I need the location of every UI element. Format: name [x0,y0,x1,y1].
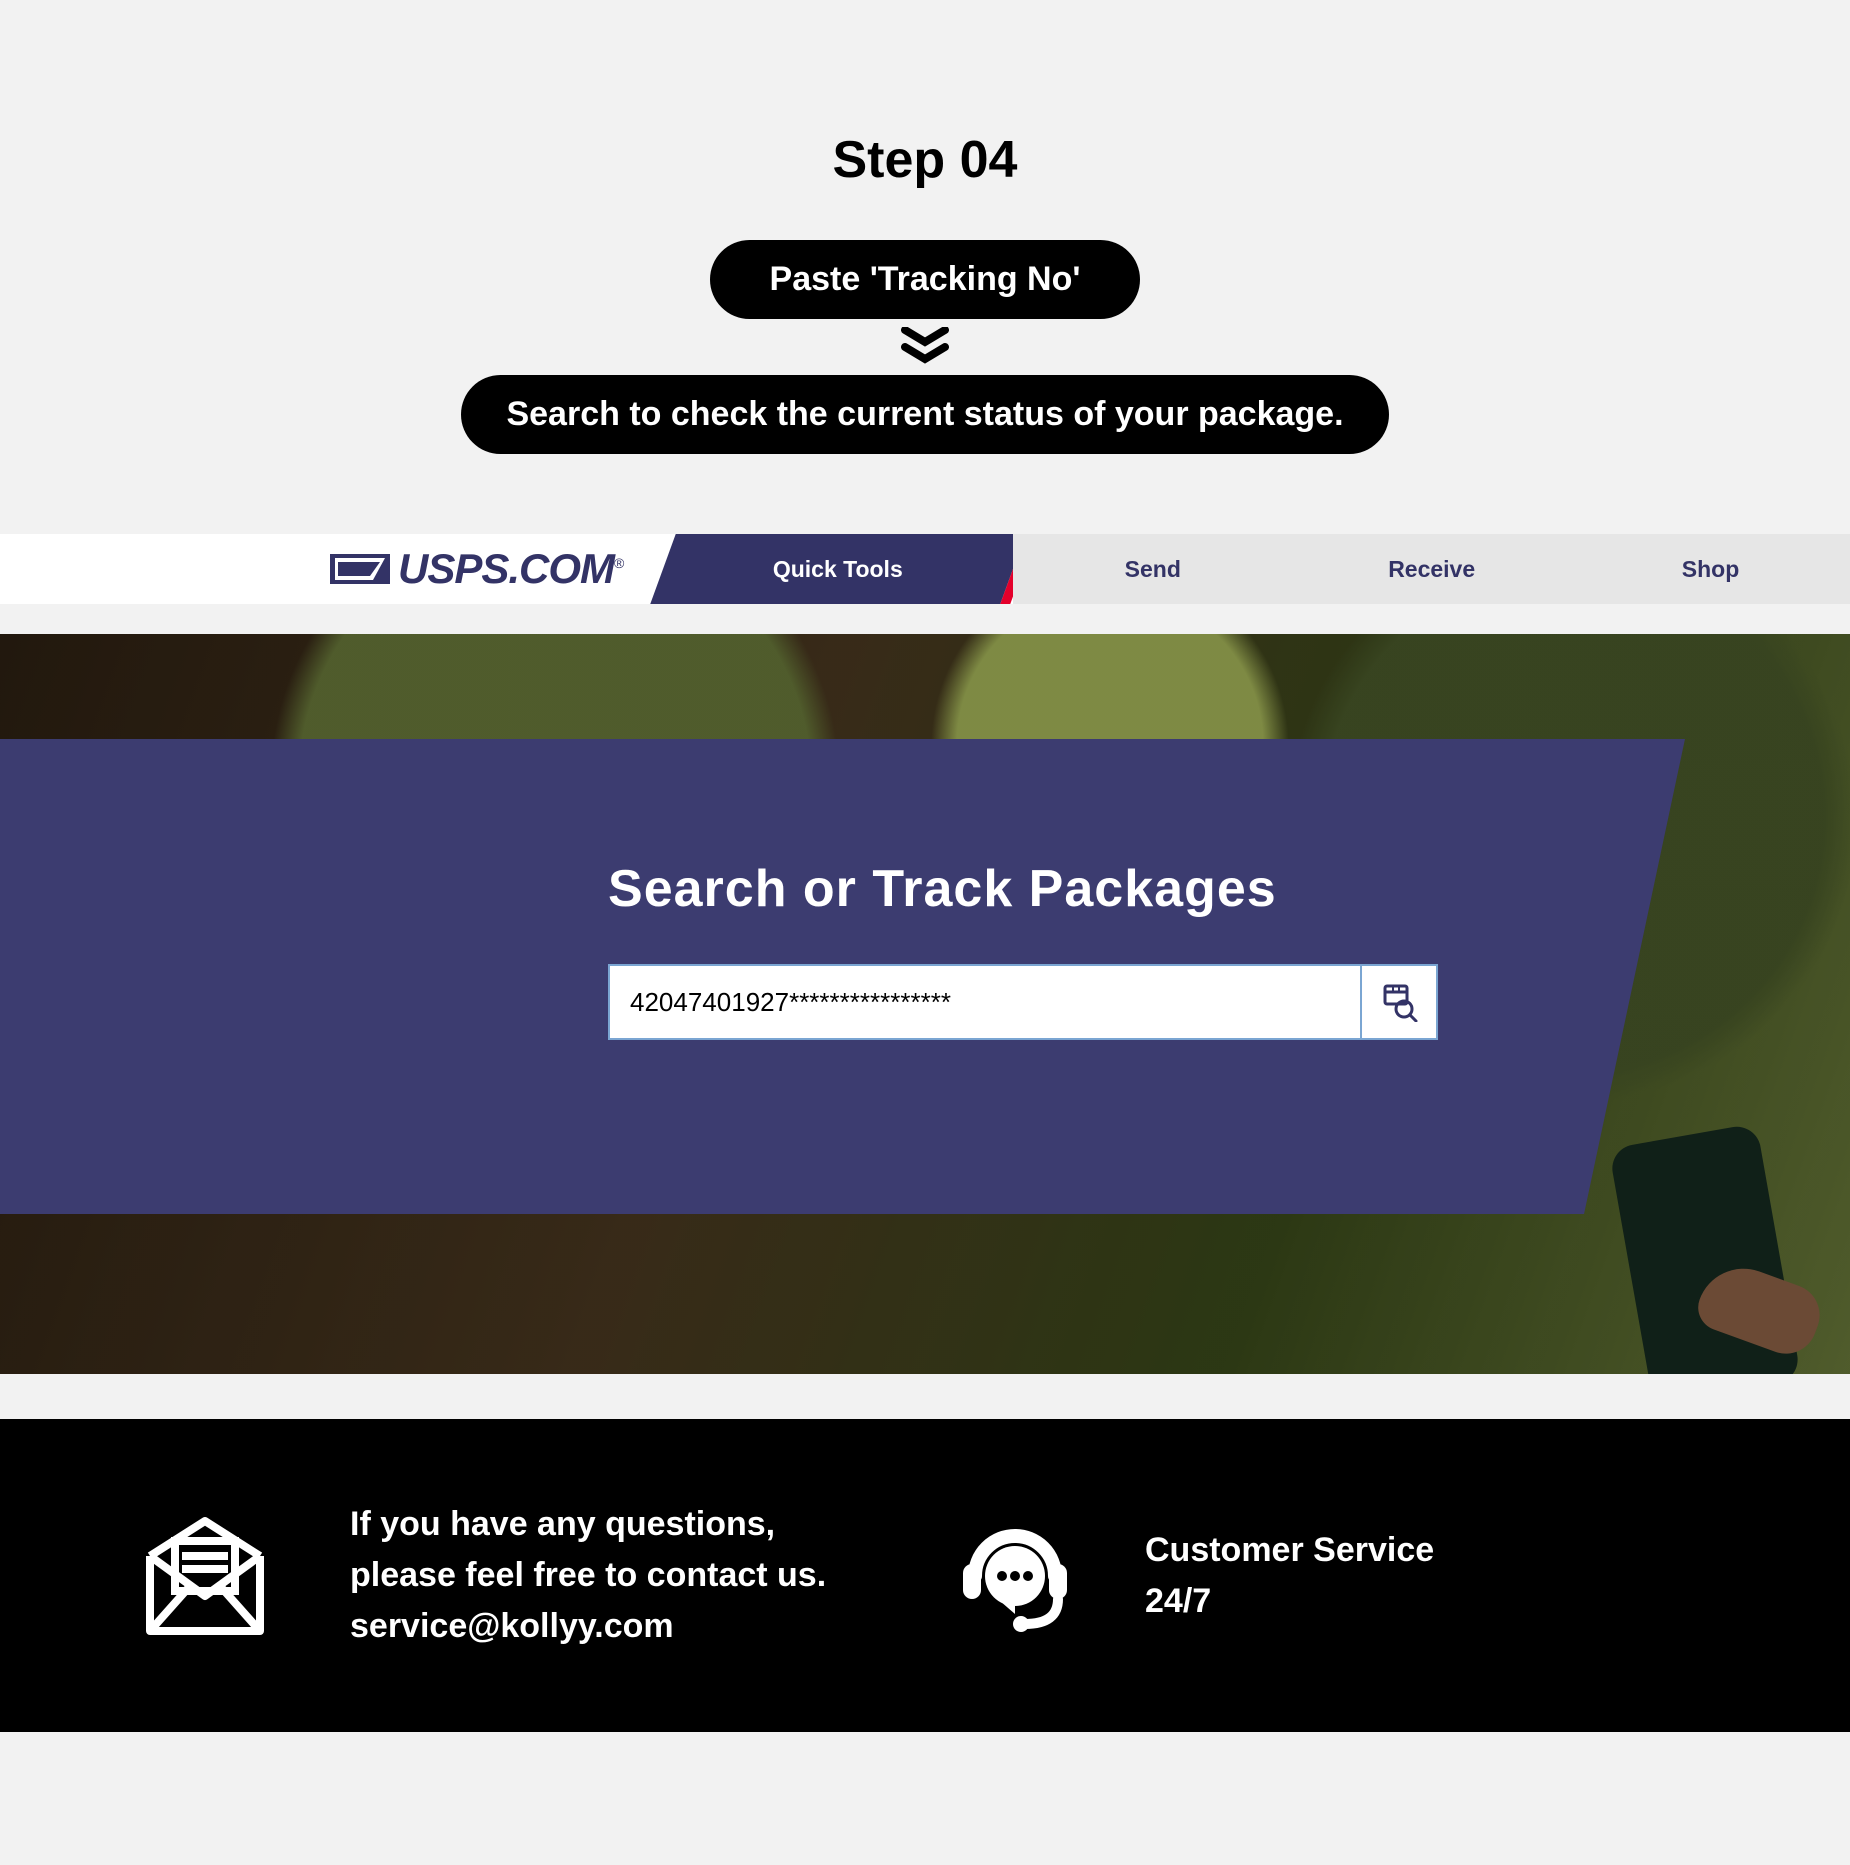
nav-items: Quick Tools Send Receive Shop [643,534,1850,604]
contact-line1: If you have any questions, [350,1499,826,1550]
hero: Search or Track Packages [0,634,1850,1374]
contact-email: service@kollyy.com [350,1601,826,1652]
headset-chat-icon [945,1506,1085,1646]
background-hand-phone [1550,1154,1850,1374]
contact-text: If you have any questions, please feel f… [350,1499,826,1652]
chevron-down-icon [0,327,1850,367]
instruction-pill-2: Search to check the current status of yo… [461,375,1388,454]
service-line2: 24/7 [1145,1576,1434,1627]
service-text: Customer Service 24/7 [1145,1525,1434,1627]
nav-quick-tools[interactable]: Quick Tools [651,534,1026,604]
usps-navbar: USPS.COM® Quick Tools Send Receive Shop [0,534,1850,604]
usps-logo-text: USPS.COM® [398,545,623,593]
contact-line2: please feel free to contact us. [350,1550,826,1601]
nav-receive[interactable]: Receive [1292,534,1571,604]
tracking-search-box [608,964,1438,1040]
step-instructions: Step 04 Paste 'Tracking No' Search to ch… [0,0,1850,534]
instruction-pill-1: Paste 'Tracking No' [710,240,1141,319]
nav-shop[interactable]: Shop [1571,534,1850,604]
contact-footer: If you have any questions, please feel f… [0,1419,1850,1732]
search-panel: Search or Track Packages [0,739,1685,1214]
step-title: Step 04 [0,130,1850,190]
service-line1: Customer Service [1145,1525,1434,1576]
search-title: Search or Track Packages [608,859,1653,919]
nav-send[interactable]: Send [1013,534,1292,604]
tracking-input[interactable] [610,966,1360,1038]
usps-eagle-icon [330,550,390,588]
mail-icon [130,1511,280,1641]
usps-logo[interactable]: USPS.COM® [310,534,643,604]
package-search-icon [1379,982,1419,1022]
track-button[interactable] [1360,966,1436,1038]
